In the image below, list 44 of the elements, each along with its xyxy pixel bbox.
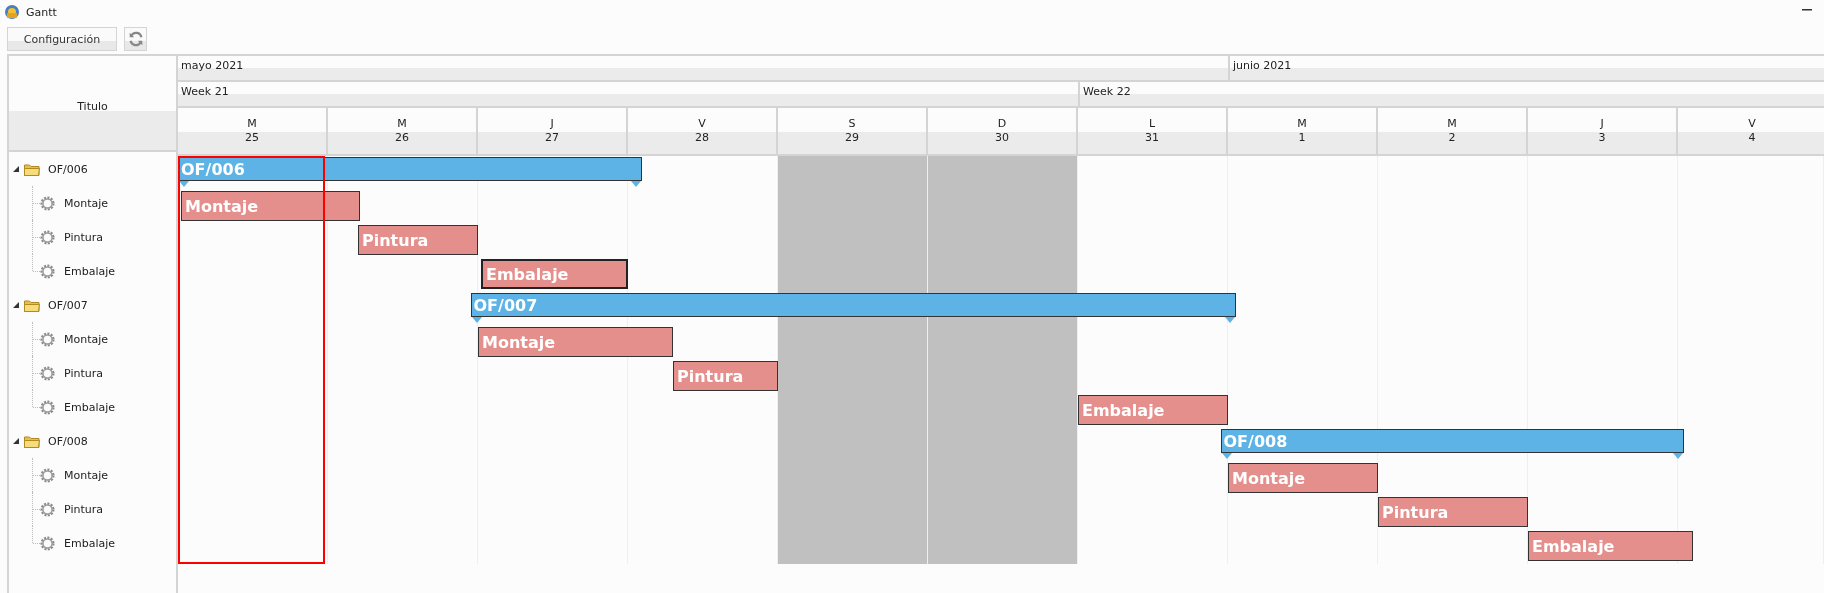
minimize-icon[interactable] bbox=[1802, 7, 1812, 11]
task-label[interactable]: Pintura bbox=[64, 502, 103, 516]
task-label[interactable]: Embalaje bbox=[64, 264, 115, 278]
gear-icon bbox=[39, 466, 56, 484]
gear-icon bbox=[39, 398, 56, 416]
folder-icon bbox=[24, 298, 40, 312]
week-header: Week 22 bbox=[1078, 82, 1824, 106]
month-header: junio 2021 bbox=[1228, 56, 1824, 80]
order-label[interactable]: OF/007 bbox=[48, 298, 88, 312]
day-header: J 3 bbox=[1528, 108, 1678, 154]
task-label[interactable]: Pintura bbox=[64, 230, 103, 244]
gear-icon bbox=[39, 194, 56, 212]
task-label[interactable]: Embalaje bbox=[64, 400, 115, 414]
task-label[interactable]: Montaje bbox=[64, 196, 109, 210]
folder-icon bbox=[24, 162, 40, 176]
folder-icon bbox=[24, 434, 40, 448]
task-label[interactable]: Embalaje bbox=[64, 536, 115, 550]
expand-toggle-icon[interactable] bbox=[13, 166, 19, 172]
day-header: L 31 bbox=[1078, 108, 1228, 154]
day-header: V 28 bbox=[628, 108, 778, 154]
day-header: D 30 bbox=[928, 108, 1078, 154]
refresh-button[interactable] bbox=[124, 27, 147, 51]
gear-icon bbox=[39, 262, 56, 280]
day-header: M 26 bbox=[328, 108, 478, 154]
day-header: J 27 bbox=[478, 108, 628, 154]
day-header: M 2 bbox=[1378, 108, 1528, 154]
expand-toggle-icon[interactable] bbox=[13, 438, 19, 444]
app-icon bbox=[4, 4, 20, 20]
window-title: Gantt bbox=[26, 5, 57, 19]
gear-icon bbox=[39, 228, 56, 246]
day-header: S 29 bbox=[778, 108, 928, 154]
day-header: M 1 bbox=[1228, 108, 1378, 154]
gear-icon bbox=[39, 330, 56, 348]
gear-icon bbox=[39, 364, 56, 382]
task-label[interactable]: Montaje bbox=[64, 468, 109, 482]
gear-icon bbox=[39, 534, 56, 552]
task-label[interactable]: Montaje bbox=[64, 332, 109, 346]
task-label[interactable]: Pintura bbox=[64, 366, 103, 380]
expand-toggle-icon[interactable] bbox=[13, 302, 19, 308]
day-header: M 25 bbox=[178, 108, 328, 154]
gear-icon bbox=[39, 500, 56, 518]
order-label[interactable]: OF/008 bbox=[48, 434, 88, 448]
order-label[interactable]: OF/006 bbox=[48, 162, 88, 176]
configuration-button[interactable]: Configuración bbox=[7, 27, 117, 51]
